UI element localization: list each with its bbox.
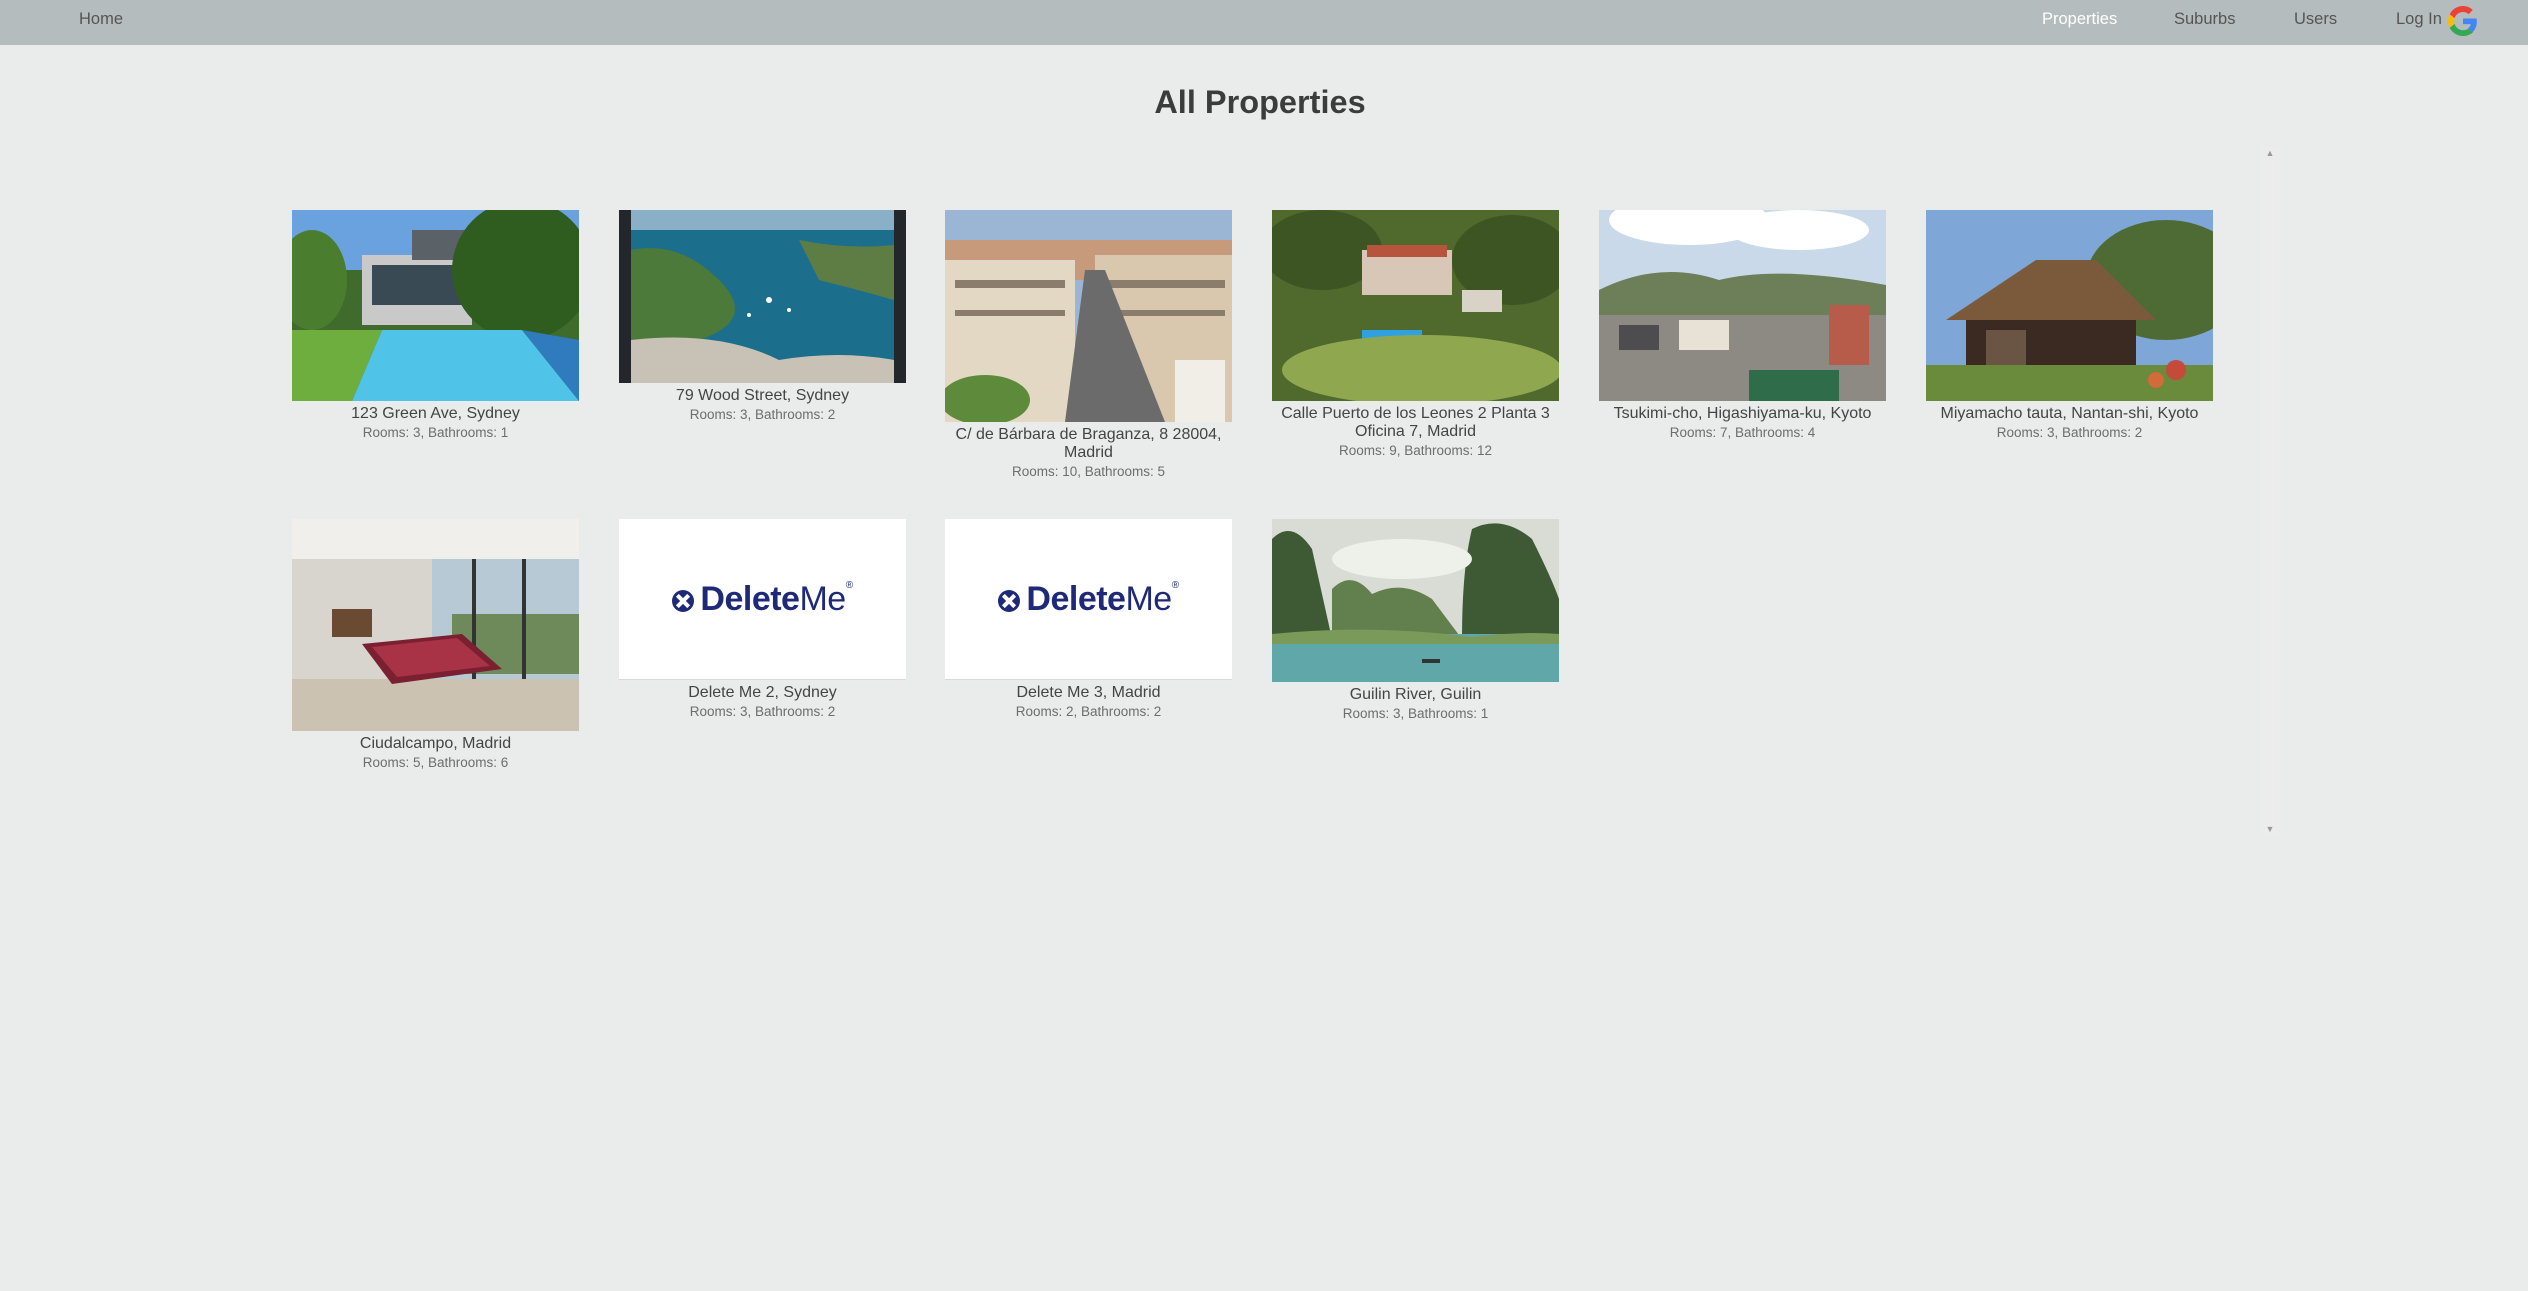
property-details: Rooms: 3, Bathrooms: 1 (1342, 706, 1489, 721)
property-details: Rooms: 3, Bathrooms: 2 (689, 407, 836, 422)
property-card[interactable]: Ciudalcampo, Madrid Rooms: 5, Bathrooms:… (292, 519, 579, 771)
property-name[interactable]: Ciudalcampo, Madrid (292, 735, 579, 753)
deleteme-logo: DeleteMe® (945, 519, 1232, 679)
property-details: Rooms: 5, Bathrooms: 6 (362, 755, 509, 770)
navbar: Home Properties Suburbs Users Log In (0, 0, 2528, 45)
guilin-river-photo (1272, 519, 1559, 682)
page-title: All Properties (1154, 84, 1366, 120)
property-card[interactable]: Miyamacho tauta, Nantan-shi, Kyoto Rooms… (1926, 210, 2213, 441)
deleteme-x-icon (672, 589, 695, 612)
nav-suburbs-link[interactable]: Suburbs (2174, 0, 2235, 45)
property-card[interactable]: C/ de Bárbara de Braganza, 8 28004, Madr… (945, 210, 1232, 480)
property-card[interactable]: Tsukimi-cho, Higashiyama-ku, Kyoto Rooms… (1599, 210, 1886, 441)
property-card[interactable]: DeleteMe® Delete Me 2, Sydney Rooms: 3, … (619, 519, 906, 720)
nav-properties-link[interactable]: Properties (2042, 0, 2117, 45)
property-name[interactable]: Delete Me 2, Sydney (619, 684, 906, 702)
google-icon[interactable] (2448, 6, 2478, 36)
property-details: Rooms: 3, Bathrooms: 2 (1996, 425, 2143, 440)
madrid-street-photo (945, 210, 1232, 422)
property-image[interactable] (1599, 210, 1886, 401)
nav-home-link[interactable]: Home (79, 0, 123, 45)
property-details: Rooms: 3, Bathrooms: 1 (362, 425, 509, 440)
property-name[interactable]: Guilin River, Guilin (1272, 686, 1559, 704)
estate-aerial-photo (1272, 210, 1559, 401)
kyoto-town-photo (1599, 210, 1886, 401)
property-name[interactable]: 123 Green Ave, Sydney (292, 405, 579, 423)
property-details: Rooms: 2, Bathrooms: 2 (1015, 704, 1162, 719)
scroll-down-icon[interactable]: ▼ (2261, 824, 2279, 834)
property-image[interactable] (1272, 519, 1559, 682)
property-image[interactable] (1926, 210, 2213, 401)
properties-grid[interactable]: 123 Green Ave, Sydney Rooms: 3, Bathroom… (285, 147, 2279, 835)
property-details: Rooms: 10, Bathrooms: 5 (1011, 464, 1166, 479)
property-image[interactable] (292, 210, 579, 401)
property-card[interactable]: Guilin River, Guilin Rooms: 3, Bathrooms… (1272, 519, 1559, 722)
pool-house-photo (292, 210, 579, 401)
harbour-aerial-photo (619, 210, 906, 383)
thatched-house-photo (1926, 210, 2213, 401)
property-image[interactable] (619, 210, 906, 383)
property-name[interactable]: Tsukimi-cho, Higashiyama-ku, Kyoto (1599, 405, 1886, 423)
scroll-up-icon[interactable]: ▲ (2261, 148, 2279, 158)
property-name[interactable]: 79 Wood Street, Sydney (619, 387, 906, 405)
property-name[interactable]: Calle Puerto de los Leones 2 Planta 3 Of… (1272, 405, 1559, 441)
billiard-room-photo (292, 519, 579, 731)
grid-scrollbar[interactable]: ▲ ▼ (2261, 147, 2279, 835)
property-details: Rooms: 9, Bathrooms: 12 (1338, 443, 1493, 458)
property-card[interactable]: 79 Wood Street, Sydney Rooms: 3, Bathroo… (619, 210, 906, 423)
login-link[interactable]: Log In (2396, 0, 2442, 45)
property-card[interactable]: 123 Green Ave, Sydney Rooms: 3, Bathroom… (292, 210, 579, 441)
property-details: Rooms: 7, Bathrooms: 4 (1669, 425, 1816, 440)
property-image[interactable] (1272, 210, 1559, 401)
property-name[interactable]: Delete Me 3, Madrid (945, 684, 1232, 702)
property-image[interactable]: DeleteMe® (619, 519, 906, 680)
nav-users-link[interactable]: Users (2294, 0, 2337, 45)
deleteme-x-icon (998, 589, 1021, 612)
property-name[interactable]: C/ de Bárbara de Braganza, 8 28004, Madr… (945, 426, 1232, 462)
property-card[interactable]: Calle Puerto de los Leones 2 Planta 3 Of… (1272, 210, 1559, 459)
deleteme-logo: DeleteMe® (619, 519, 906, 679)
property-image[interactable] (945, 210, 1232, 422)
property-card[interactable]: DeleteMe® Delete Me 3, Madrid Rooms: 2, … (945, 519, 1232, 720)
property-image[interactable] (292, 519, 579, 731)
property-name[interactable]: Miyamacho tauta, Nantan-shi, Kyoto (1926, 405, 2213, 423)
property-image[interactable]: DeleteMe® (945, 519, 1232, 680)
property-details: Rooms: 3, Bathrooms: 2 (689, 704, 836, 719)
